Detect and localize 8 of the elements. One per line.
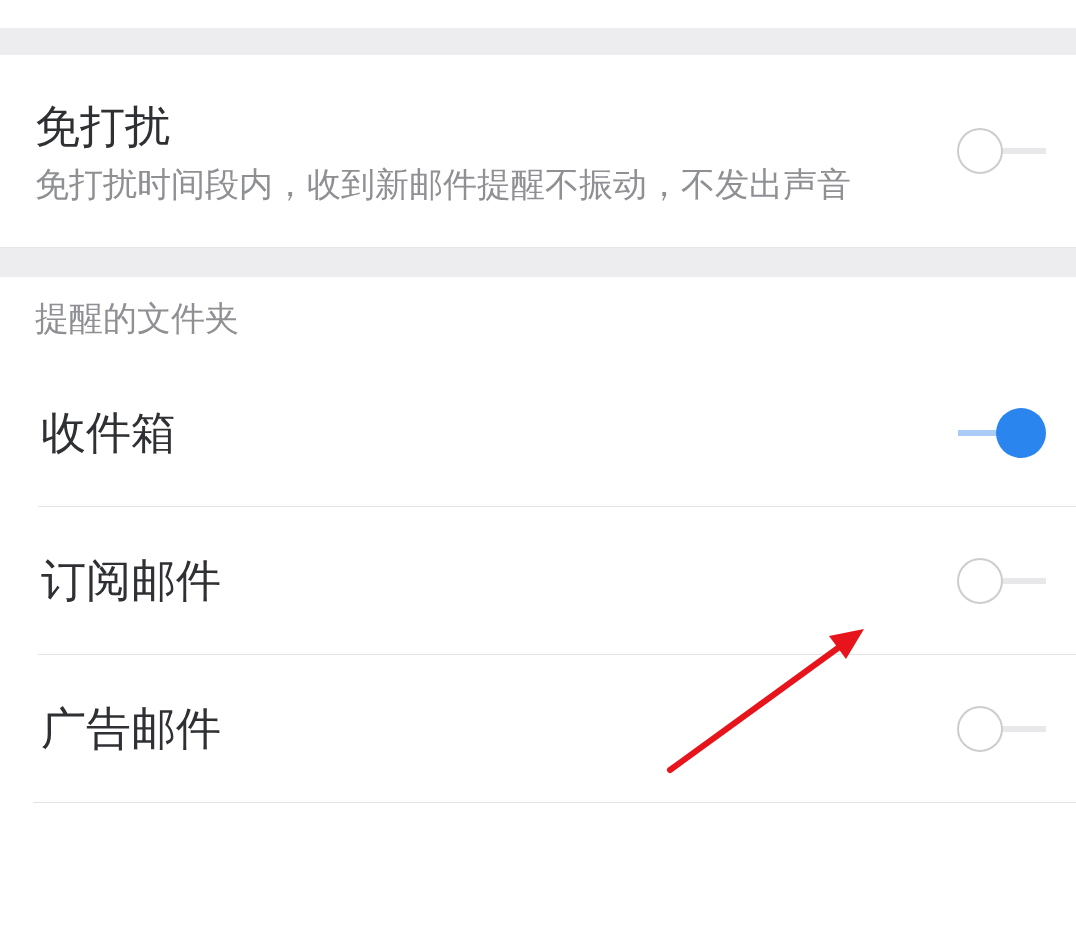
toggle-switch[interactable] [956,126,1046,176]
section-header: 提醒的文件夹 [35,297,239,340]
folder-label: 广告邮件 [41,701,221,756]
folder-label: 订阅邮件 [41,553,221,608]
folder-label: 收件箱 [41,405,176,460]
setting-title: 免打扰 [35,100,170,153]
setting-description: 免打扰时间段内，收到新邮件提醒不振动，不发出声音 [35,162,851,206]
toggle-switch[interactable] [956,407,1046,458]
